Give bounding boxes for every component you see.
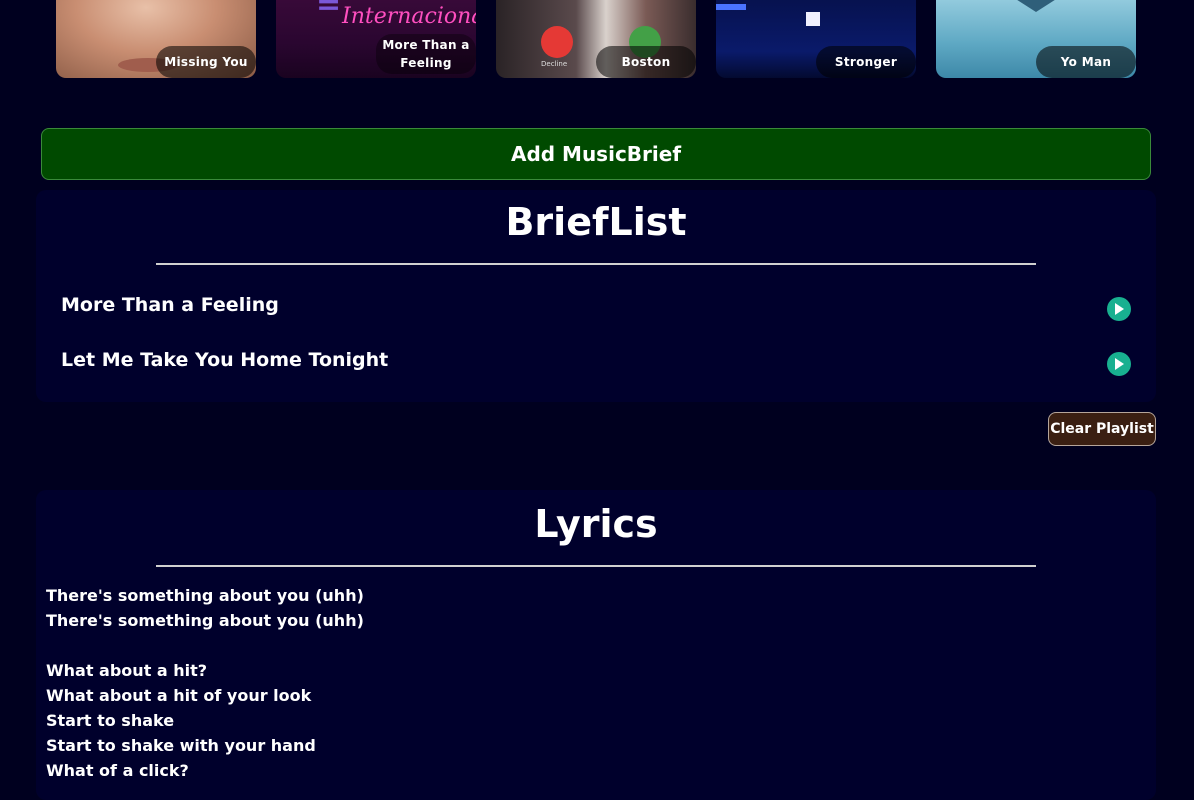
lyrics-divider (156, 565, 1036, 567)
lyric-line: What about a hit of your look (46, 686, 312, 705)
album-art-neon-text: Internacional (342, 4, 476, 29)
add-musicbrief-button[interactable]: Add MusicBrief (41, 128, 1151, 180)
play-icon[interactable] (1107, 352, 1131, 376)
song-card-label: Stronger (816, 46, 916, 78)
lyric-line: Start to shake (46, 711, 175, 730)
album-art-logo: ≡ (316, 0, 342, 19)
lyric-line: There's something about you (uhh) (46, 611, 364, 630)
decline-text: Decline (541, 60, 568, 68)
lyrics-panel: Lyrics There's something about you (uhh)… (36, 490, 1156, 800)
brieflist-item-title: Let Me Take You Home Tonight (61, 349, 389, 371)
brieflist-item-title: More Than a Feeling (61, 294, 279, 316)
album-art-bar (716, 4, 746, 10)
album-art-bar (806, 12, 820, 26)
song-card-label: Yo Man (1036, 46, 1136, 78)
song-card-yo-man[interactable]: Yo Man (936, 0, 1136, 78)
lyric-line: What of a click? (46, 761, 189, 780)
play-icon[interactable] (1107, 297, 1131, 321)
lyrics-title: Lyrics (534, 502, 658, 546)
brieflist-divider (156, 263, 1036, 265)
brieflist-item[interactable]: Let Me Take You Home Tonight (61, 349, 1131, 379)
song-card-label: Missing You (156, 46, 256, 78)
brieflist-panel: BriefList More Than a Feeling Let Me Tak… (36, 190, 1156, 402)
song-card-stronger[interactable]: Stronger (716, 0, 916, 78)
brieflist-title: BriefList (505, 200, 687, 244)
song-card-boston[interactable]: Decline Boston (496, 0, 696, 78)
lyrics-text: There's something about you (uhh) There'… (46, 583, 364, 783)
song-card-more-than-a-feeling[interactable]: ≡ Internacional More Than a Feeling (276, 0, 476, 78)
song-card-label: More Than a Feeling (376, 34, 476, 74)
album-art-shape (1011, 0, 1061, 12)
song-card-missing-you[interactable]: Missing You (56, 0, 256, 78)
lyric-line: What about a hit? (46, 661, 208, 680)
decline-call-icon (541, 26, 573, 58)
clear-playlist-button[interactable]: Clear Playlist (1048, 412, 1156, 446)
lyric-line (46, 633, 364, 658)
song-card-label: Boston (596, 46, 696, 78)
brieflist-item[interactable]: More Than a Feeling (61, 294, 1131, 324)
lyric-line: There's something about you (uhh) (46, 586, 364, 605)
lyric-line: Start to shake with your hand (46, 736, 316, 755)
